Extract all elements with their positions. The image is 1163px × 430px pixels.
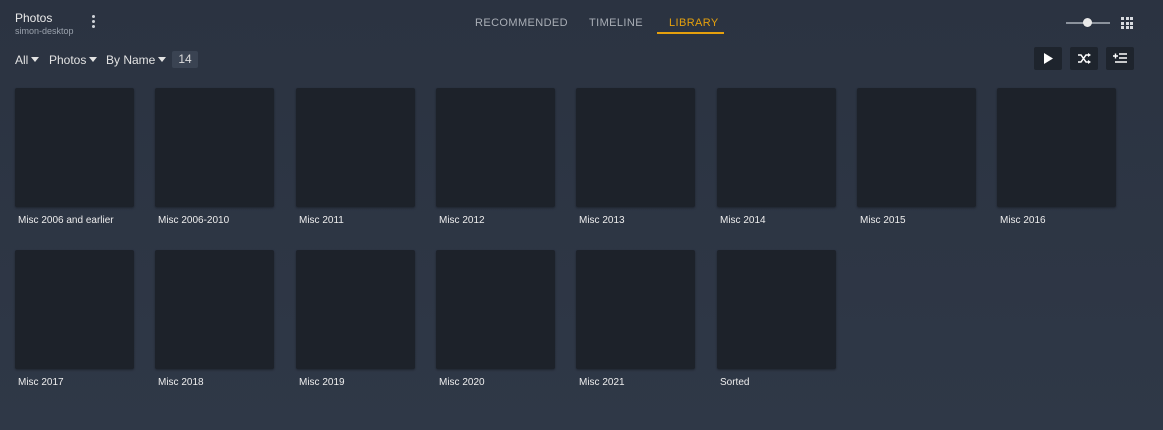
photo-album-tile[interactable]: Misc 2011: [296, 88, 415, 226]
tab-library[interactable]: LIBRARY: [669, 17, 719, 29]
album-thumbnail[interactable]: [155, 88, 274, 207]
photo-album-tile[interactable]: Sorted: [717, 250, 836, 388]
photo-album-tile[interactable]: Misc 2016: [997, 88, 1116, 226]
caret-down-icon: [158, 57, 167, 62]
album-title[interactable]: Misc 2020: [439, 377, 555, 388]
play-icon: [1044, 53, 1053, 64]
album-thumbnail[interactable]: [576, 250, 695, 369]
poster-size-slider[interactable]: [1066, 18, 1110, 27]
top-bar: Photos simon-desktop RECOMMENDED TIMELIN…: [0, 0, 1163, 44]
photo-album-tile[interactable]: Misc 2021: [576, 250, 695, 388]
album-title[interactable]: Misc 2012: [439, 215, 555, 226]
album-thumbnail[interactable]: [296, 88, 415, 207]
album-title[interactable]: Sorted: [720, 377, 836, 388]
album-title[interactable]: Misc 2018: [158, 377, 274, 388]
album-thumbnail[interactable]: [997, 88, 1116, 207]
add-to-queue-icon: [1113, 53, 1127, 63]
album-title[interactable]: Misc 2006 and earlier: [18, 215, 134, 226]
play-button[interactable]: [1034, 47, 1062, 70]
caret-down-icon: [31, 57, 40, 62]
grid-view-icon[interactable]: [1121, 17, 1133, 29]
album-thumbnail[interactable]: [857, 88, 976, 207]
filter-all-label: All: [15, 53, 29, 67]
filter-type-dropdown[interactable]: Photos: [49, 53, 98, 67]
photo-album-tile[interactable]: Misc 2018: [155, 250, 274, 388]
album-thumbnail[interactable]: [436, 88, 555, 207]
sort-label: By Name: [106, 53, 156, 67]
album-title[interactable]: Misc 2011: [299, 215, 415, 226]
photo-album-tile[interactable]: Misc 2019: [296, 250, 415, 388]
album-thumbnail[interactable]: [15, 88, 134, 207]
add-to-queue-button[interactable]: [1106, 47, 1134, 70]
album-thumbnail[interactable]: [296, 250, 415, 369]
photo-album-tile[interactable]: Misc 2020: [436, 250, 555, 388]
active-tab-indicator: [657, 32, 724, 34]
slider-knob[interactable]: [1083, 18, 1092, 27]
album-thumbnail[interactable]: [576, 88, 695, 207]
album-title[interactable]: Misc 2016: [1000, 215, 1116, 226]
album-thumbnail[interactable]: [717, 88, 836, 207]
album-thumbnail[interactable]: [15, 250, 134, 369]
album-title[interactable]: Misc 2021: [579, 377, 695, 388]
photo-album-tile[interactable]: Misc 2013: [576, 88, 695, 226]
filter-type-label: Photos: [49, 53, 87, 67]
library-tabs: RECOMMENDED TIMELINE LIBRARY: [0, 0, 1163, 44]
photo-album-tile[interactable]: Misc 2014: [717, 88, 836, 226]
shuffle-icon: [1078, 53, 1091, 64]
album-thumbnail[interactable]: [155, 250, 274, 369]
album-title[interactable]: Misc 2017: [18, 377, 134, 388]
album-title[interactable]: Misc 2013: [579, 215, 695, 226]
filter-all-dropdown[interactable]: All: [15, 53, 40, 67]
tab-recommended[interactable]: RECOMMENDED: [475, 17, 568, 29]
sort-dropdown[interactable]: By Name: [106, 53, 167, 67]
photo-album-tile[interactable]: Misc 2015: [857, 88, 976, 226]
album-thumbnail[interactable]: [436, 250, 555, 369]
photo-album-tile[interactable]: Misc 2012: [436, 88, 555, 226]
tab-timeline[interactable]: TIMELINE: [589, 17, 643, 29]
album-title[interactable]: Misc 2006-2010: [158, 215, 274, 226]
album-title[interactable]: Misc 2019: [299, 377, 415, 388]
shuffle-button[interactable]: [1070, 47, 1098, 70]
photo-album-tile[interactable]: Misc 2006 and earlier: [15, 88, 134, 226]
photo-album-tile[interactable]: Misc 2006-2010: [155, 88, 274, 226]
caret-down-icon: [89, 57, 98, 62]
photo-album-tile[interactable]: Misc 2017: [15, 250, 134, 388]
album-title[interactable]: Misc 2015: [860, 215, 976, 226]
album-thumbnail[interactable]: [717, 250, 836, 369]
item-count-badge: 14: [172, 51, 198, 68]
album-title[interactable]: Misc 2014: [720, 215, 836, 226]
